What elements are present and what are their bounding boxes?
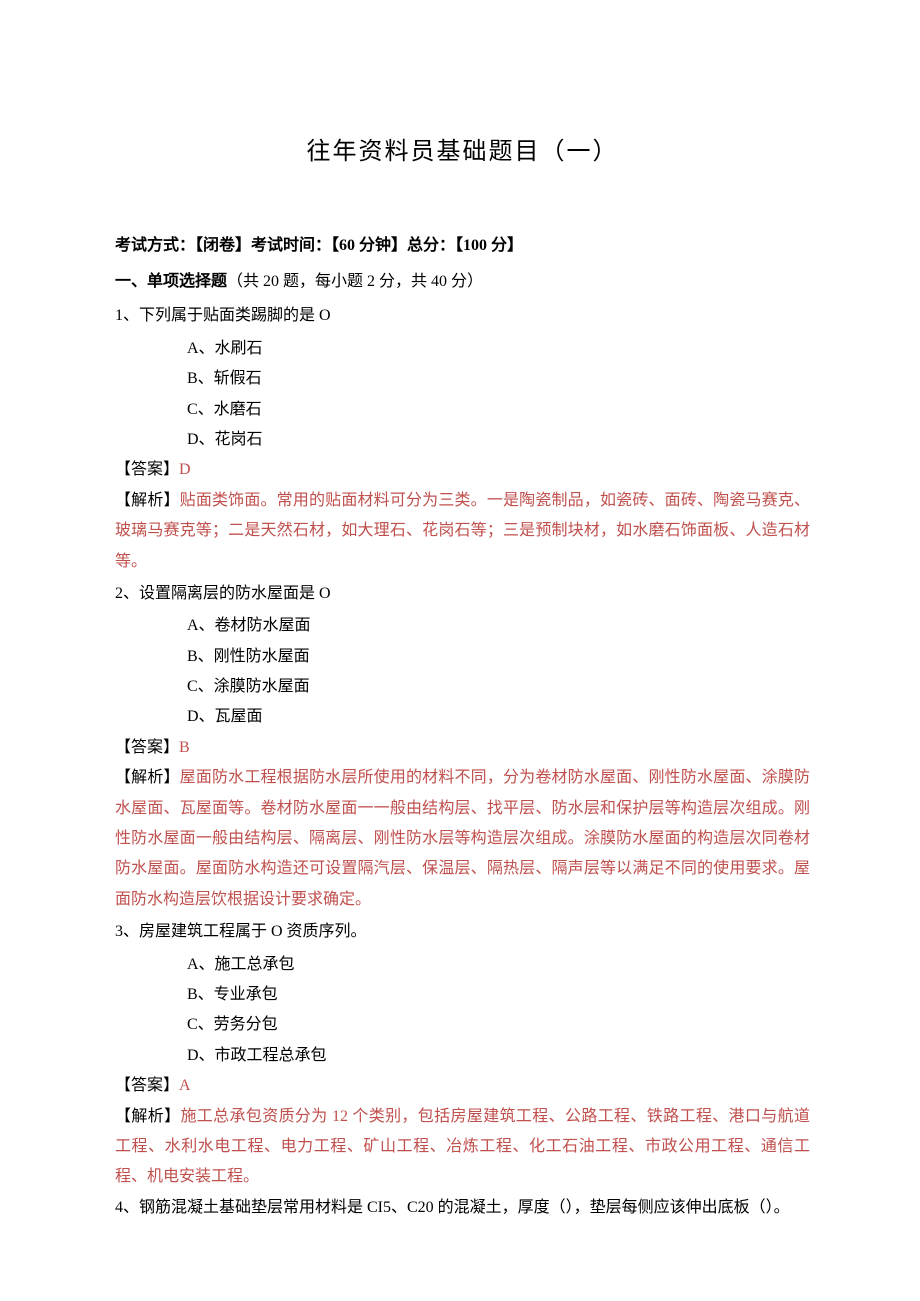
- exam-info: 考试方式：【闭卷】考试时间：【60 分钟】总分：【100 分】: [115, 231, 810, 261]
- section-label-bold: 一、单项选择题: [115, 273, 227, 290]
- question-2-option-a: A、卷材防水屋面: [115, 611, 810, 641]
- document-page: 往年资料员基础题目（一） 考试方式：【闭卷】考试时间：【60 分钟】总分：【10…: [0, 0, 920, 1283]
- question-3-option-c: C、劳务分包: [115, 1010, 810, 1040]
- answer-label: 【答案】: [115, 461, 179, 478]
- section-header: 一、单项选择题（共 20 题，每小题 2 分，共 40 分）: [115, 267, 810, 297]
- question-3-answer: 【答案】A: [115, 1071, 810, 1101]
- question-1-option-c: C、水磨石: [115, 395, 810, 425]
- question-3-option-b: B、专业承包: [115, 980, 810, 1010]
- question-1-option-d: D、花岗石: [115, 425, 810, 455]
- question-1-text: 1、下列属于贴面类踢脚的是 O: [115, 301, 810, 331]
- answer-value: D: [179, 461, 191, 478]
- explanation-label: 【解析】: [115, 1108, 180, 1125]
- question-2-text: 2、设置隔离层的防水屋面是 O: [115, 579, 810, 609]
- question-2-answer: 【答案】B: [115, 733, 810, 763]
- question-3-explanation: 【解析】施工总承包资质分为 12 个类别，包括房屋建筑工程、公路工程、铁路工程、…: [115, 1102, 810, 1193]
- answer-value: A: [179, 1077, 191, 1094]
- question-2-explanation: 【解析】屋面防水工程根据防水层所使用的材料不同，分为卷材防水屋面、刚性防水屋面、…: [115, 763, 810, 915]
- answer-label: 【答案】: [115, 739, 179, 756]
- explanation-text: 贴面类饰面。常用的贴面材料可分为三类。一是陶瓷制品，如瓷砖、面砖、陶瓷马赛克、玻…: [115, 492, 810, 570]
- document-title: 往年资料员基础题目（一）: [115, 130, 810, 176]
- answer-label: 【答案】: [115, 1077, 179, 1094]
- section-label-rest: （共 20 题，每小题 2 分，共 40 分）: [227, 273, 483, 290]
- question-1-answer: 【答案】D: [115, 455, 810, 485]
- explanation-label: 【解析】: [115, 769, 180, 786]
- explanation-label: 【解析】: [115, 492, 180, 509]
- question-2-option-b: B、刚性防水屋面: [115, 642, 810, 672]
- question-3-text: 3、房屋建筑工程属于 O 资质序列。: [115, 917, 810, 947]
- question-4-text: 4、钢筋混凝土基础垫层常用材料是 CI5、C20 的混凝土，厚度（），垫层每侧应…: [115, 1193, 810, 1223]
- question-2-option-c: C、涂膜防水屋面: [115, 672, 810, 702]
- question-1-option-b: B、斩假石: [115, 364, 810, 394]
- question-1-option-a: A、水刷石: [115, 334, 810, 364]
- question-1-explanation: 【解析】贴面类饰面。常用的贴面材料可分为三类。一是陶瓷制品，如瓷砖、面砖、陶瓷马…: [115, 486, 810, 577]
- question-2-option-d: D、瓦屋面: [115, 702, 810, 732]
- answer-value: B: [179, 739, 190, 756]
- explanation-text: 屋面防水工程根据防水层所使用的材料不同，分为卷材防水屋面、刚性防水屋面、涂膜防水…: [115, 769, 810, 908]
- question-3-option-d: D、市政工程总承包: [115, 1041, 810, 1071]
- explanation-text: 施工总承包资质分为 12 个类别，包括房屋建筑工程、公路工程、铁路工程、港口与航…: [115, 1108, 810, 1186]
- question-3-option-a: A、施工总承包: [115, 950, 810, 980]
